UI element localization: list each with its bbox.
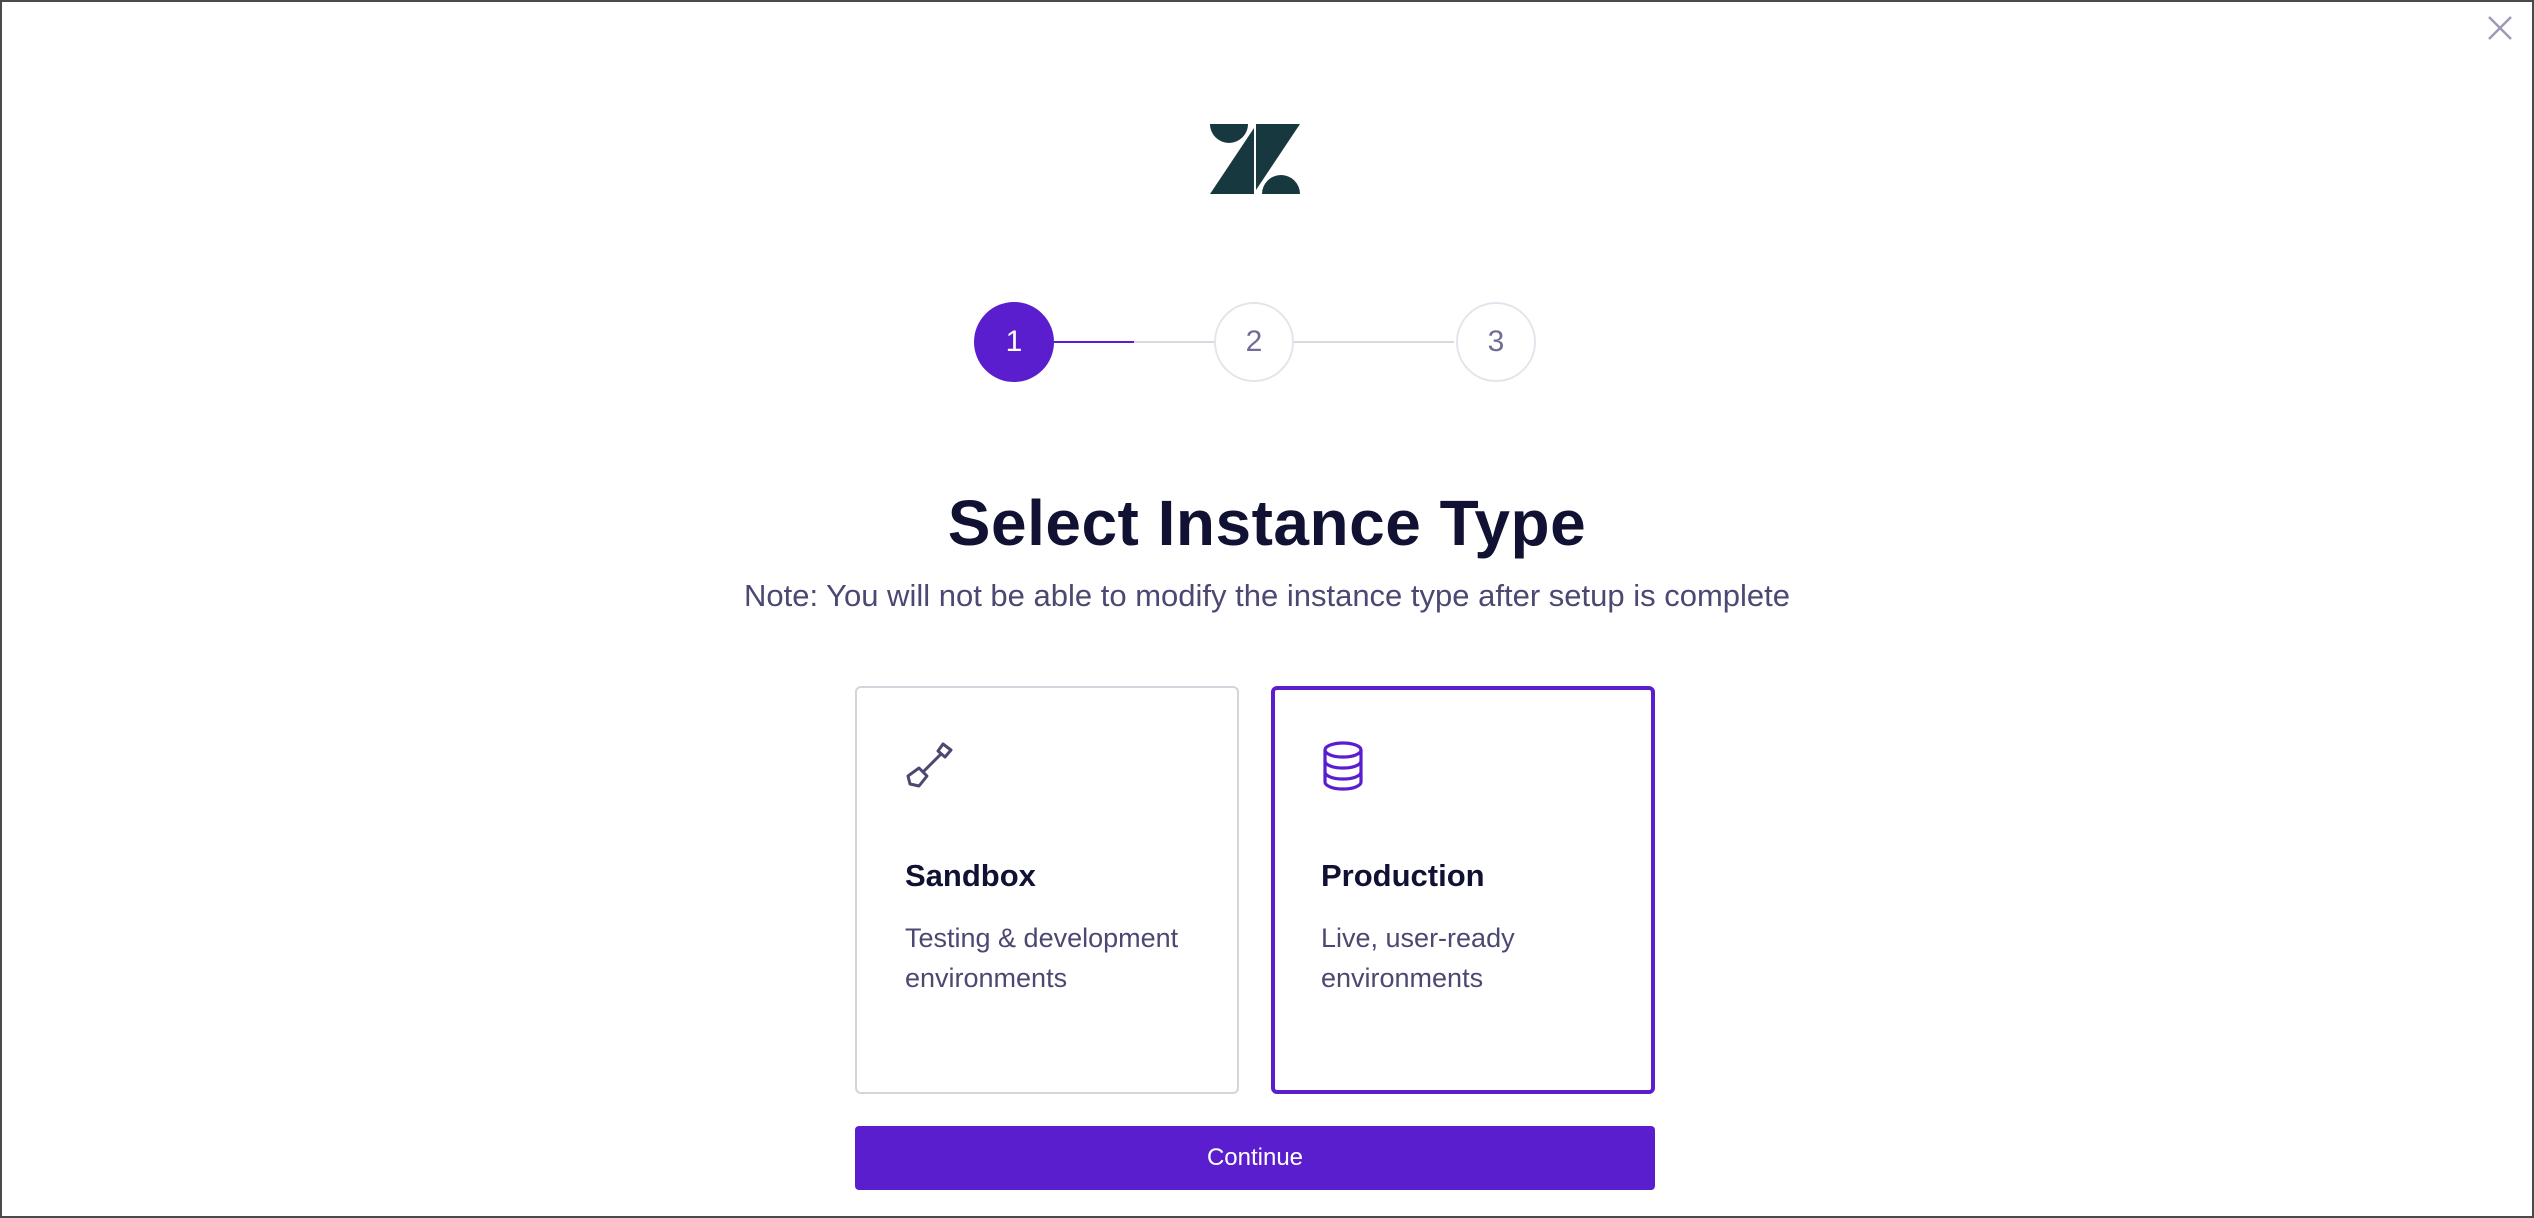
close-icon[interactable] (2486, 14, 2514, 42)
zendesk-logo (1210, 124, 1300, 194)
step-1: 1 (974, 302, 1054, 382)
progress-stepper: 1 2 3 (974, 302, 1536, 382)
continue-button[interactable]: Continue (855, 1126, 1655, 1190)
sandbox-description: Testing & development environments (905, 923, 1179, 993)
step-connector-1-2-remaining (1134, 341, 1214, 343)
step-3: 3 (1456, 302, 1536, 382)
step-connector-1-2-progress (1054, 341, 1134, 343)
production-description: Live, user-ready environments (1321, 923, 1515, 993)
setup-note: Note: You will not be able to modify the… (743, 578, 1790, 613)
modal-window: 1 2 3 Select Instance Type Note: You wil… (0, 0, 2534, 1218)
step-1-label: 1 (1005, 325, 1023, 358)
step-connector-2-3 (1294, 341, 1454, 343)
step-2: 2 (1214, 302, 1294, 382)
database-icon (1321, 740, 1373, 792)
sandbox-option-card[interactable]: Sandbox Testing & development environmen… (855, 686, 1239, 1094)
sandbox-title: Sandbox (905, 858, 1036, 893)
close-button[interactable] (2480, 8, 2520, 48)
shovel-icon (905, 740, 957, 792)
production-option-card[interactable]: Production Live, user-ready environments (1271, 686, 1655, 1094)
page-title: Select Instance Type (947, 487, 1587, 559)
step-3-label: 3 (1487, 325, 1505, 358)
step-2-label: 2 (1245, 325, 1263, 358)
production-title: Production (1321, 858, 1485, 893)
